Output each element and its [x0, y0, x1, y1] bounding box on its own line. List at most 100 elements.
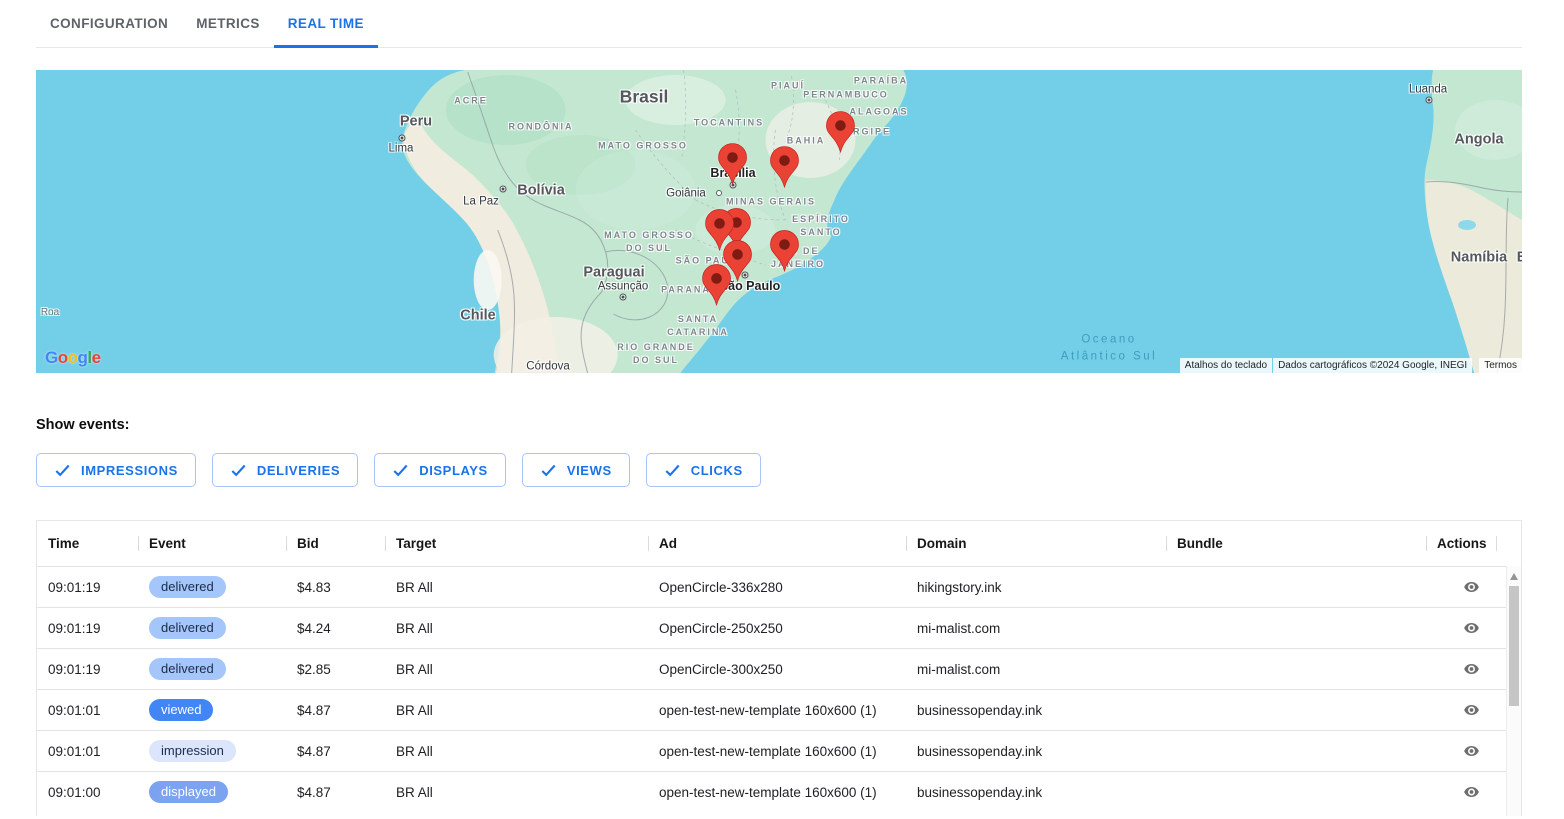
check-icon [54, 463, 71, 478]
col-bid: Bid [286, 536, 385, 551]
filter-views[interactable]: VIEWS [522, 453, 630, 487]
cell-bid: $4.87 [286, 785, 385, 800]
cell-ad: open-test-new-template 160x600 (1) [648, 744, 906, 759]
view-details-button[interactable] [1461, 702, 1482, 718]
cell-target: BR All [385, 580, 648, 595]
cell-target: BR All [385, 662, 648, 677]
table-header: TimeEventBidTargetAdDomainBundleActions [37, 521, 1521, 566]
event-badge: delivered [149, 658, 226, 681]
map-pin[interactable] [771, 147, 799, 187]
filter-deliveries[interactable]: DELIVERIES [212, 453, 358, 487]
scrollbar-thumb[interactable] [1509, 586, 1519, 706]
cell-domain: mi-malist.com [906, 662, 1166, 677]
cell-time: 09:01:00 [37, 785, 138, 800]
cell-target: BR All [385, 621, 648, 636]
check-icon [392, 463, 409, 478]
table-row: 09:01:19delivered$4.24BR AllOpenCircle-2… [37, 607, 1521, 648]
cell-time: 09:01:01 [37, 744, 138, 759]
cell-target: BR All [385, 744, 648, 759]
show-events-label: Show events: [36, 417, 1528, 433]
filter-label: CLICKS [691, 463, 743, 478]
eye-icon [1461, 784, 1482, 800]
eye-icon [1461, 702, 1482, 718]
cell-ad: OpenCircle-336x280 [648, 580, 906, 595]
filter-label: DISPLAYS [419, 463, 488, 478]
table-scrollbar[interactable] [1506, 566, 1521, 816]
view-details-button[interactable] [1461, 579, 1482, 595]
cell-domain: hikingstory.ink [906, 580, 1166, 595]
table-body: 09:01:19delivered$4.83BR AllOpenCircle-3… [37, 566, 1521, 812]
map-pin[interactable] [703, 264, 731, 304]
cell-ad: OpenCircle-250x250 [648, 621, 906, 636]
cell-domain: mi-malist.com [906, 621, 1166, 636]
cell-ad: open-test-new-template 160x600 (1) [648, 785, 906, 800]
col-ad: Ad [648, 536, 906, 551]
eye-icon [1461, 579, 1482, 595]
view-details-button[interactable] [1461, 784, 1482, 800]
map-pins [36, 70, 1522, 373]
cell-domain: businessopenday.ink [906, 785, 1166, 800]
terms-link[interactable]: Termos [1479, 358, 1522, 373]
cell-target: BR All [385, 703, 648, 718]
table-row: 09:01:00 displayed $4.87BR Allopen-test-ne… [37, 771, 1521, 812]
cell-event: delivered [138, 576, 286, 599]
cell-bid: $4.87 [286, 744, 385, 759]
tab-configuration[interactable]: CONFIGURATION [36, 0, 182, 47]
google-logo: Google [45, 348, 101, 368]
view-details-button[interactable] [1461, 743, 1482, 759]
cell-time: 09:01:19 [37, 662, 138, 677]
event-filters: IMPRESSIONS DELIVERIES DISPLAYS VIEWS CLICKS [36, 453, 1528, 487]
map[interactable]: BrasilPeruBolíviaChileParaguaiAngolaNamí… [36, 70, 1522, 373]
cell-bid: $2.85 [286, 662, 385, 677]
event-badge: impression [149, 740, 236, 763]
cell-target: BR All [385, 785, 648, 800]
tab-metrics[interactable]: METRICS [182, 0, 274, 47]
filter-clicks[interactable]: CLICKS [646, 453, 761, 487]
eye-icon [1461, 743, 1482, 759]
cell-event: impression [138, 740, 286, 763]
cell-time: 09:01:19 [37, 580, 138, 595]
table-row: 09:01:01 viewed $4.87BR Allopen-test-new-t… [37, 689, 1521, 730]
cell-domain: businessopenday.ink [906, 744, 1166, 759]
filter-displays[interactable]: DISPLAYS [374, 453, 506, 487]
cell-event: delivered [138, 617, 286, 640]
eye-icon [1461, 661, 1482, 677]
cell-time: 09:01:01 [37, 703, 138, 718]
tab-bar: CONFIGURATIONMETRICSREAL TIME [36, 0, 1522, 48]
tab-real-time[interactable]: REAL TIME [274, 0, 378, 47]
filter-label: IMPRESSIONS [81, 463, 178, 478]
event-badge: displayed [149, 781, 228, 804]
table-row: 09:01:01 impression $4.87BR Allopen-test-n… [37, 730, 1521, 771]
cell-domain: businessopenday.ink [906, 703, 1166, 718]
event-badge: viewed [149, 699, 213, 722]
cell-bid: $4.24 [286, 621, 385, 636]
table-row: 09:01:19delivered$4.83BR AllOpenCircle-3… [37, 566, 1521, 607]
filter-impressions[interactable]: IMPRESSIONS [36, 453, 196, 487]
col-domain: Domain [906, 536, 1166, 551]
col-target: Target [385, 536, 648, 551]
map-pin[interactable] [826, 112, 854, 152]
filter-label: DELIVERIES [257, 463, 340, 478]
cell-bid: $4.87 [286, 703, 385, 718]
cell-time: 09:01:19 [37, 621, 138, 636]
keyboard-shortcuts-link[interactable]: Atalhos do teclado [1180, 358, 1272, 373]
col-event: Event [138, 536, 286, 551]
check-icon [664, 463, 681, 478]
col-actions: Actions [1426, 536, 1521, 551]
view-details-button[interactable] [1461, 661, 1482, 677]
scrollbar-up-icon[interactable] [1510, 573, 1518, 580]
eye-icon [1461, 620, 1482, 636]
filter-label: VIEWS [567, 463, 612, 478]
table-row: 09:01:19delivered$2.85BR AllOpenCircle-3… [37, 648, 1521, 689]
view-details-button[interactable] [1461, 620, 1482, 636]
cell-bid: $4.83 [286, 580, 385, 595]
map-pin[interactable] [719, 144, 747, 184]
check-icon [230, 463, 247, 478]
cell-event: viewed [138, 699, 286, 722]
map-pin[interactable] [771, 230, 799, 270]
events-table: TimeEventBidTargetAdDomainBundleActions … [36, 520, 1522, 816]
map-attribution[interactable]: Atalhos do tecladoDados cartográficos ©2… [1180, 358, 1522, 373]
col-time: Time [37, 536, 138, 551]
cell-event: displayed [138, 781, 286, 804]
cell-ad: open-test-new-template 160x600 (1) [648, 703, 906, 718]
